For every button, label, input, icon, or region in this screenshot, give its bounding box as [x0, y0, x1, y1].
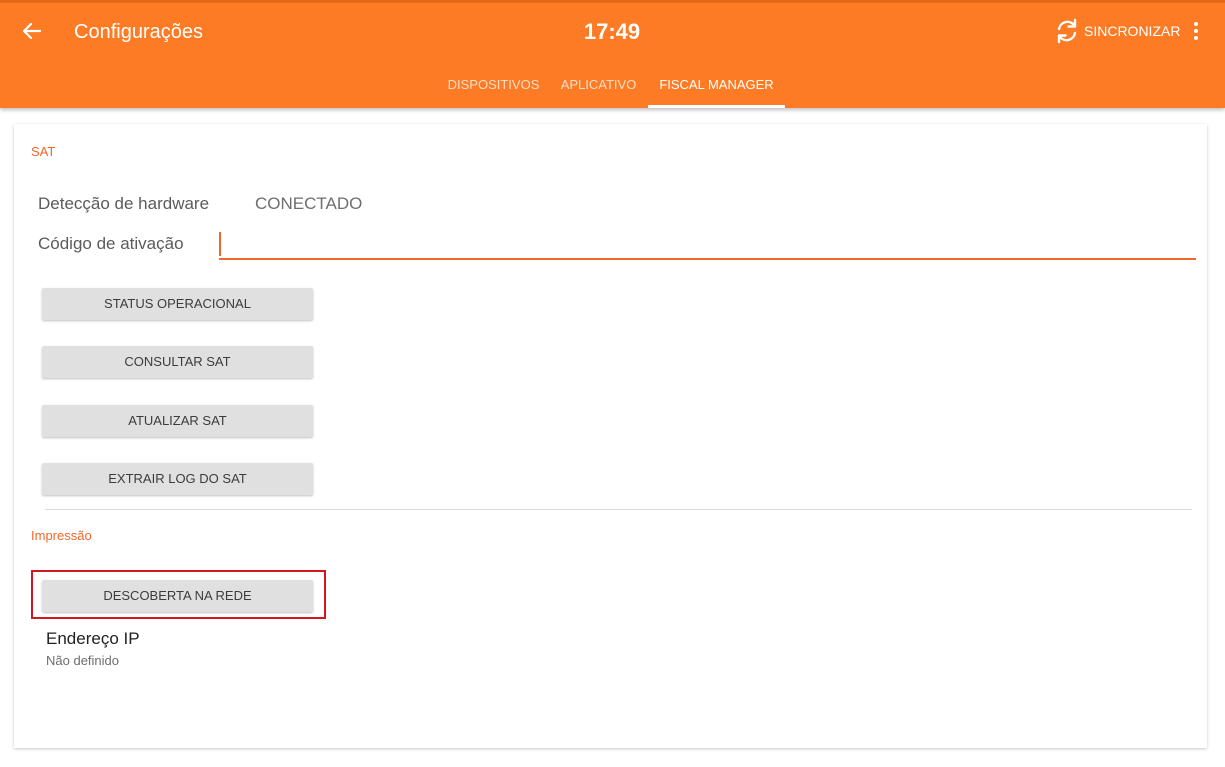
text-cursor: [219, 232, 221, 256]
tab-bar: DISPOSITIVOS APLICATIVO FISCAL MANAGER: [0, 64, 1225, 108]
back-button[interactable]: [20, 18, 44, 44]
page-title: Configurações: [74, 21, 203, 43]
tab-dispositivos[interactable]: DISPOSITIVOS: [437, 64, 550, 108]
tab-fiscal-manager[interactable]: FISCAL MANAGER: [648, 64, 785, 108]
sync-label: SINCRONIZAR: [1084, 23, 1181, 39]
clock: 17:49: [583, 19, 641, 44]
sync-button[interactable]: SINCRONIZAR: [1054, 18, 1180, 44]
sync-icon: [1057, 18, 1077, 44]
consult-sat-button[interactable]: CONSULTAR SAT: [42, 346, 313, 378]
activation-code-label: Código de ativação: [38, 234, 184, 253]
settings-card: SAT Detecção de hardware CONECTADO Códig…: [14, 124, 1207, 748]
update-sat-button[interactable]: ATUALIZAR SAT: [42, 405, 313, 437]
section-title-sat: SAT: [31, 144, 56, 159]
ip-address-title: Endereço IP: [46, 629, 140, 648]
arrow-left-icon: [22, 22, 42, 40]
app-bar: Configurações 17:49 SINCRONIZAR DISPOSIT…: [0, 0, 1225, 108]
activation-code-input[interactable]: [219, 232, 1196, 260]
more-options-button[interactable]: [1186, 18, 1206, 44]
status-strip: [0, 0, 1225, 3]
hardware-status-value: CONECTADO: [255, 194, 363, 213]
extract-sat-log-button[interactable]: EXTRAIR LOG DO SAT: [42, 463, 313, 495]
hardware-detection-label: Detecção de hardware: [38, 194, 210, 213]
tab-aplicativo[interactable]: APLICATIVO: [550, 64, 647, 108]
section-divider: [45, 509, 1192, 510]
ip-address-value: Não definido: [46, 653, 119, 668]
more-vert-icon: [1194, 22, 1198, 26]
section-title-printing: Impressão: [31, 528, 92, 543]
network-discovery-button[interactable]: DESCOBERTA NA REDE: [42, 580, 313, 612]
status-operational-button[interactable]: STATUS OPERACIONAL: [42, 288, 313, 320]
